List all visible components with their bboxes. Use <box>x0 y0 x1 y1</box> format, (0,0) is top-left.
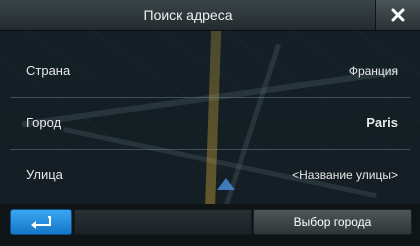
city-value: Paris <box>366 115 398 130</box>
city-label: Город <box>26 115 62 130</box>
country-value: Франция <box>348 64 398 78</box>
back-arrow-icon <box>31 216 51 229</box>
close-icon <box>391 8 405 22</box>
city-row[interactable]: Город Paris <box>10 97 410 150</box>
back-button[interactable] <box>10 209 72 235</box>
street-value: <Название улицы> <box>292 168 398 182</box>
select-city-button[interactable]: Выбор города <box>253 209 412 235</box>
address-search-screen: Поиск адреса Страна Франция Город Paris … <box>0 0 420 246</box>
street-label: Улица <box>26 167 63 182</box>
street-row[interactable]: Улица <Название улицы> <box>10 149 410 201</box>
title-bar: Поиск адреса <box>0 0 420 31</box>
bottom-toolbar: Выбор города <box>0 204 420 246</box>
page-title: Поиск адреса <box>143 7 233 23</box>
close-button[interactable] <box>375 0 420 30</box>
country-row[interactable]: Страна Франция <box>10 45 410 98</box>
country-label: Страна <box>26 63 71 78</box>
bottom-spacer <box>74 209 252 235</box>
